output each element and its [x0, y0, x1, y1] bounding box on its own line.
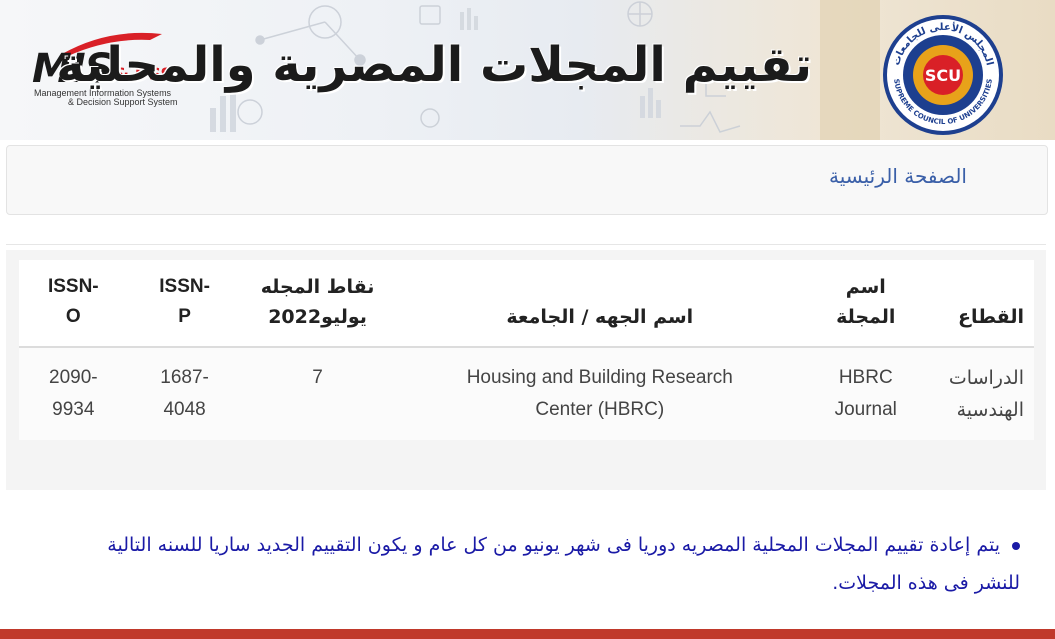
cell-issn-o-line1: 2090-	[49, 367, 98, 388]
header-issn-p: ISSN- P	[127, 260, 242, 348]
cell-sector-line2: الهندسية	[956, 399, 1024, 421]
reevaluation-note: يتم إعادة تقييم المجلات المحلية المصريه …	[60, 526, 1020, 602]
header-issn-p-line2: P	[178, 306, 191, 327]
cell-journal-name-line1: HBRC	[838, 367, 893, 388]
header-issn-o-line1: ISSN-	[47, 276, 99, 297]
journals-table: القطاع اسم المجلة اسم الجهه / الجامعة نق…	[19, 260, 1034, 440]
cell-issn-p-line1: 1687-	[160, 367, 209, 388]
header-banner: MIS & DSS Management Information Systems…	[0, 0, 1055, 140]
cell-sector-line1: الدراسات	[948, 367, 1024, 389]
cell-points-value: 7	[312, 367, 323, 388]
table-header-row: القطاع اسم المجلة اسم الجهه / الجامعة نق…	[19, 260, 1034, 348]
cell-organization-line2: Center (HBRC)	[535, 399, 665, 420]
cell-issn-o-line2: 9934	[52, 399, 95, 420]
header-issn-o: ISSN- O	[19, 260, 128, 348]
bottom-accent-bar	[0, 629, 1055, 639]
header-journal-name: اسم المجلة	[806, 260, 926, 348]
header-organization: اسم الجهه / الجامعة	[393, 260, 807, 348]
cell-issn-o: 2090- 9934	[19, 347, 128, 440]
cell-organization: Housing and Building Research Center (HB…	[393, 347, 807, 440]
cell-journal-name-line2: Journal	[834, 399, 897, 420]
nav-home-link[interactable]: الصفحة الرئيسية	[829, 164, 967, 188]
header-points-line1: نقاط المجله	[260, 276, 375, 298]
seal-center-text: SCU	[924, 65, 962, 85]
header-sector: القطاع	[925, 260, 1034, 348]
scu-seal-logo: المجلس الأعلى للجامعات SUPREME COUNCIL O…	[880, 12, 1006, 138]
cell-journal-name: HBRC Journal	[806, 347, 926, 440]
cell-sector: الدراسات الهندسية	[925, 347, 1034, 440]
cell-organization-line1: Housing and Building Research	[466, 367, 733, 388]
cell-issn-p: 1687- 4048	[127, 347, 242, 440]
bullet-icon	[1012, 541, 1020, 550]
note-text: يتم إعادة تقييم المجلات المحلية المصريه …	[107, 534, 1020, 594]
header-points-line2: يوليو2022	[268, 306, 367, 328]
header-points: نقاط المجله يوليو2022	[241, 260, 394, 348]
top-navbar: الصفحة الرئيسية	[6, 145, 1048, 215]
cell-points: 7	[241, 347, 394, 440]
header-issn-o-line2: O	[65, 306, 81, 327]
journals-panel: القطاع اسم المجلة اسم الجهه / الجامعة نق…	[6, 250, 1046, 490]
section-divider	[6, 244, 1046, 245]
banner-title: تقييم المجلات المصرية والمحلية	[56, 37, 812, 93]
header-issn-p-line1: ISSN-	[159, 276, 210, 297]
cell-issn-p-line2: 4048	[163, 399, 206, 420]
table-row: الدراسات الهندسية HBRC Journal Housing a…	[19, 347, 1034, 440]
